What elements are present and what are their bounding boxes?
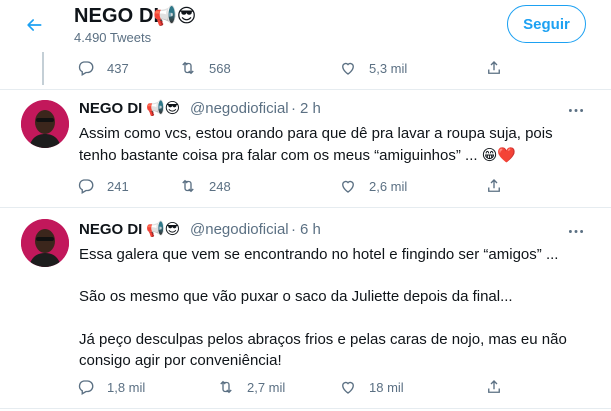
tweet-text-line: Já peço desculpas pelos abraços frios e … <box>79 331 567 348</box>
tweet-dot: · <box>291 100 296 117</box>
divider <box>0 89 611 90</box>
back-arrow-icon <box>27 19 42 31</box>
retweet-button[interactable]: 568 <box>179 58 231 78</box>
profile-name: NEGO DI <box>74 5 160 27</box>
profile-header: NEGO DI 📢😎 4.490 Tweets Seguir <box>0 0 611 52</box>
like-button[interactable]: 2,6 mil <box>339 176 407 196</box>
tweet-text-line: São os mesmo que vão puxar o saco da Jul… <box>79 288 513 305</box>
tweet-text: tenho bastante coisa pra falar com os me… <box>79 147 478 164</box>
reply-icon <box>78 61 94 76</box>
avatar-image <box>21 100 69 148</box>
share-button[interactable] <box>484 58 504 78</box>
reply-count: 437 <box>107 60 129 76</box>
reply-icon <box>78 179 94 194</box>
tweet-dot: · <box>291 221 296 238</box>
avatar[interactable] <box>21 219 69 267</box>
tweet-count: 4.490 Tweets <box>74 30 152 45</box>
like-button[interactable]: 18 mil <box>339 377 404 397</box>
tweet-author-emoji: 📢😎 <box>146 100 181 117</box>
more-icon <box>568 229 584 233</box>
tweet-text-line: tenho bastante coisa pra falar com os me… <box>79 146 516 166</box>
avatar[interactable] <box>21 100 69 148</box>
like-button[interactable]: 5,3 mil <box>339 58 407 78</box>
share-icon <box>488 179 500 192</box>
divider <box>0 408 611 409</box>
tweet-handle[interactable]: @negodioficial <box>190 100 289 117</box>
thread-line <box>42 52 44 85</box>
retweet-button[interactable]: 248 <box>179 176 231 196</box>
reply-count: 1,8 mil <box>107 379 146 395</box>
tweet-text-line: Assim como vcs, estou orando para que dê… <box>79 125 553 142</box>
reply-button[interactable]: 437 <box>77 58 129 78</box>
retweet-count: 248 <box>209 178 231 194</box>
retweet-count: 568 <box>209 60 231 76</box>
retweet-icon <box>182 179 194 193</box>
like-icon <box>342 180 354 193</box>
more-icon <box>568 108 584 112</box>
like-count: 2,6 mil <box>369 178 408 194</box>
retweet-button[interactable]: 2,7 mil <box>217 377 285 397</box>
reply-icon <box>78 380 94 395</box>
retweet-icon <box>182 61 194 75</box>
tweet-time[interactable]: 2 h <box>300 100 321 117</box>
tweet-emoji: 😁❤️ <box>481 147 517 164</box>
tweet-time[interactable]: 6 h <box>300 221 321 238</box>
reply-count: 241 <box>107 178 129 194</box>
profile-name-emoji: 📢😎 <box>153 6 197 27</box>
retweet-count: 2,7 mil <box>247 379 286 395</box>
tweet-actions: 241 248 2,6 mil <box>77 176 507 196</box>
avatar-image <box>21 219 69 267</box>
share-button[interactable] <box>484 377 504 397</box>
divider <box>0 207 611 208</box>
like-count: 18 mil <box>369 379 404 395</box>
back-button[interactable] <box>18 9 50 41</box>
share-icon <box>488 380 500 393</box>
tweet-actions: 437 568 5,3 mil <box>77 58 507 78</box>
like-count: 5,3 mil <box>369 60 408 76</box>
tweet-handle[interactable]: @negodioficial <box>190 221 289 238</box>
like-icon <box>342 381 354 394</box>
tweet-author-name[interactable]: NEGO DI <box>79 221 142 238</box>
reply-button[interactable]: 1,8 mil <box>77 377 145 397</box>
follow-button[interactable]: Seguir <box>507 5 586 43</box>
share-button[interactable] <box>484 176 504 196</box>
tweet-text-line: consigo agir por conveniência! <box>79 352 282 369</box>
more-button[interactable] <box>566 101 586 119</box>
like-icon <box>342 62 354 75</box>
tweet-author-emoji: 📢😎 <box>146 221 181 238</box>
tweet-author-name[interactable]: NEGO DI <box>79 100 142 117</box>
tweet-actions: 1,8 mil 2,7 mil 18 mil <box>77 377 507 397</box>
reply-button[interactable]: 241 <box>77 176 129 196</box>
share-icon <box>488 61 500 74</box>
tweet-text-line: Essa galera que vem se encontrando no ho… <box>79 246 559 263</box>
more-button[interactable] <box>566 222 586 240</box>
retweet-icon <box>220 380 232 394</box>
